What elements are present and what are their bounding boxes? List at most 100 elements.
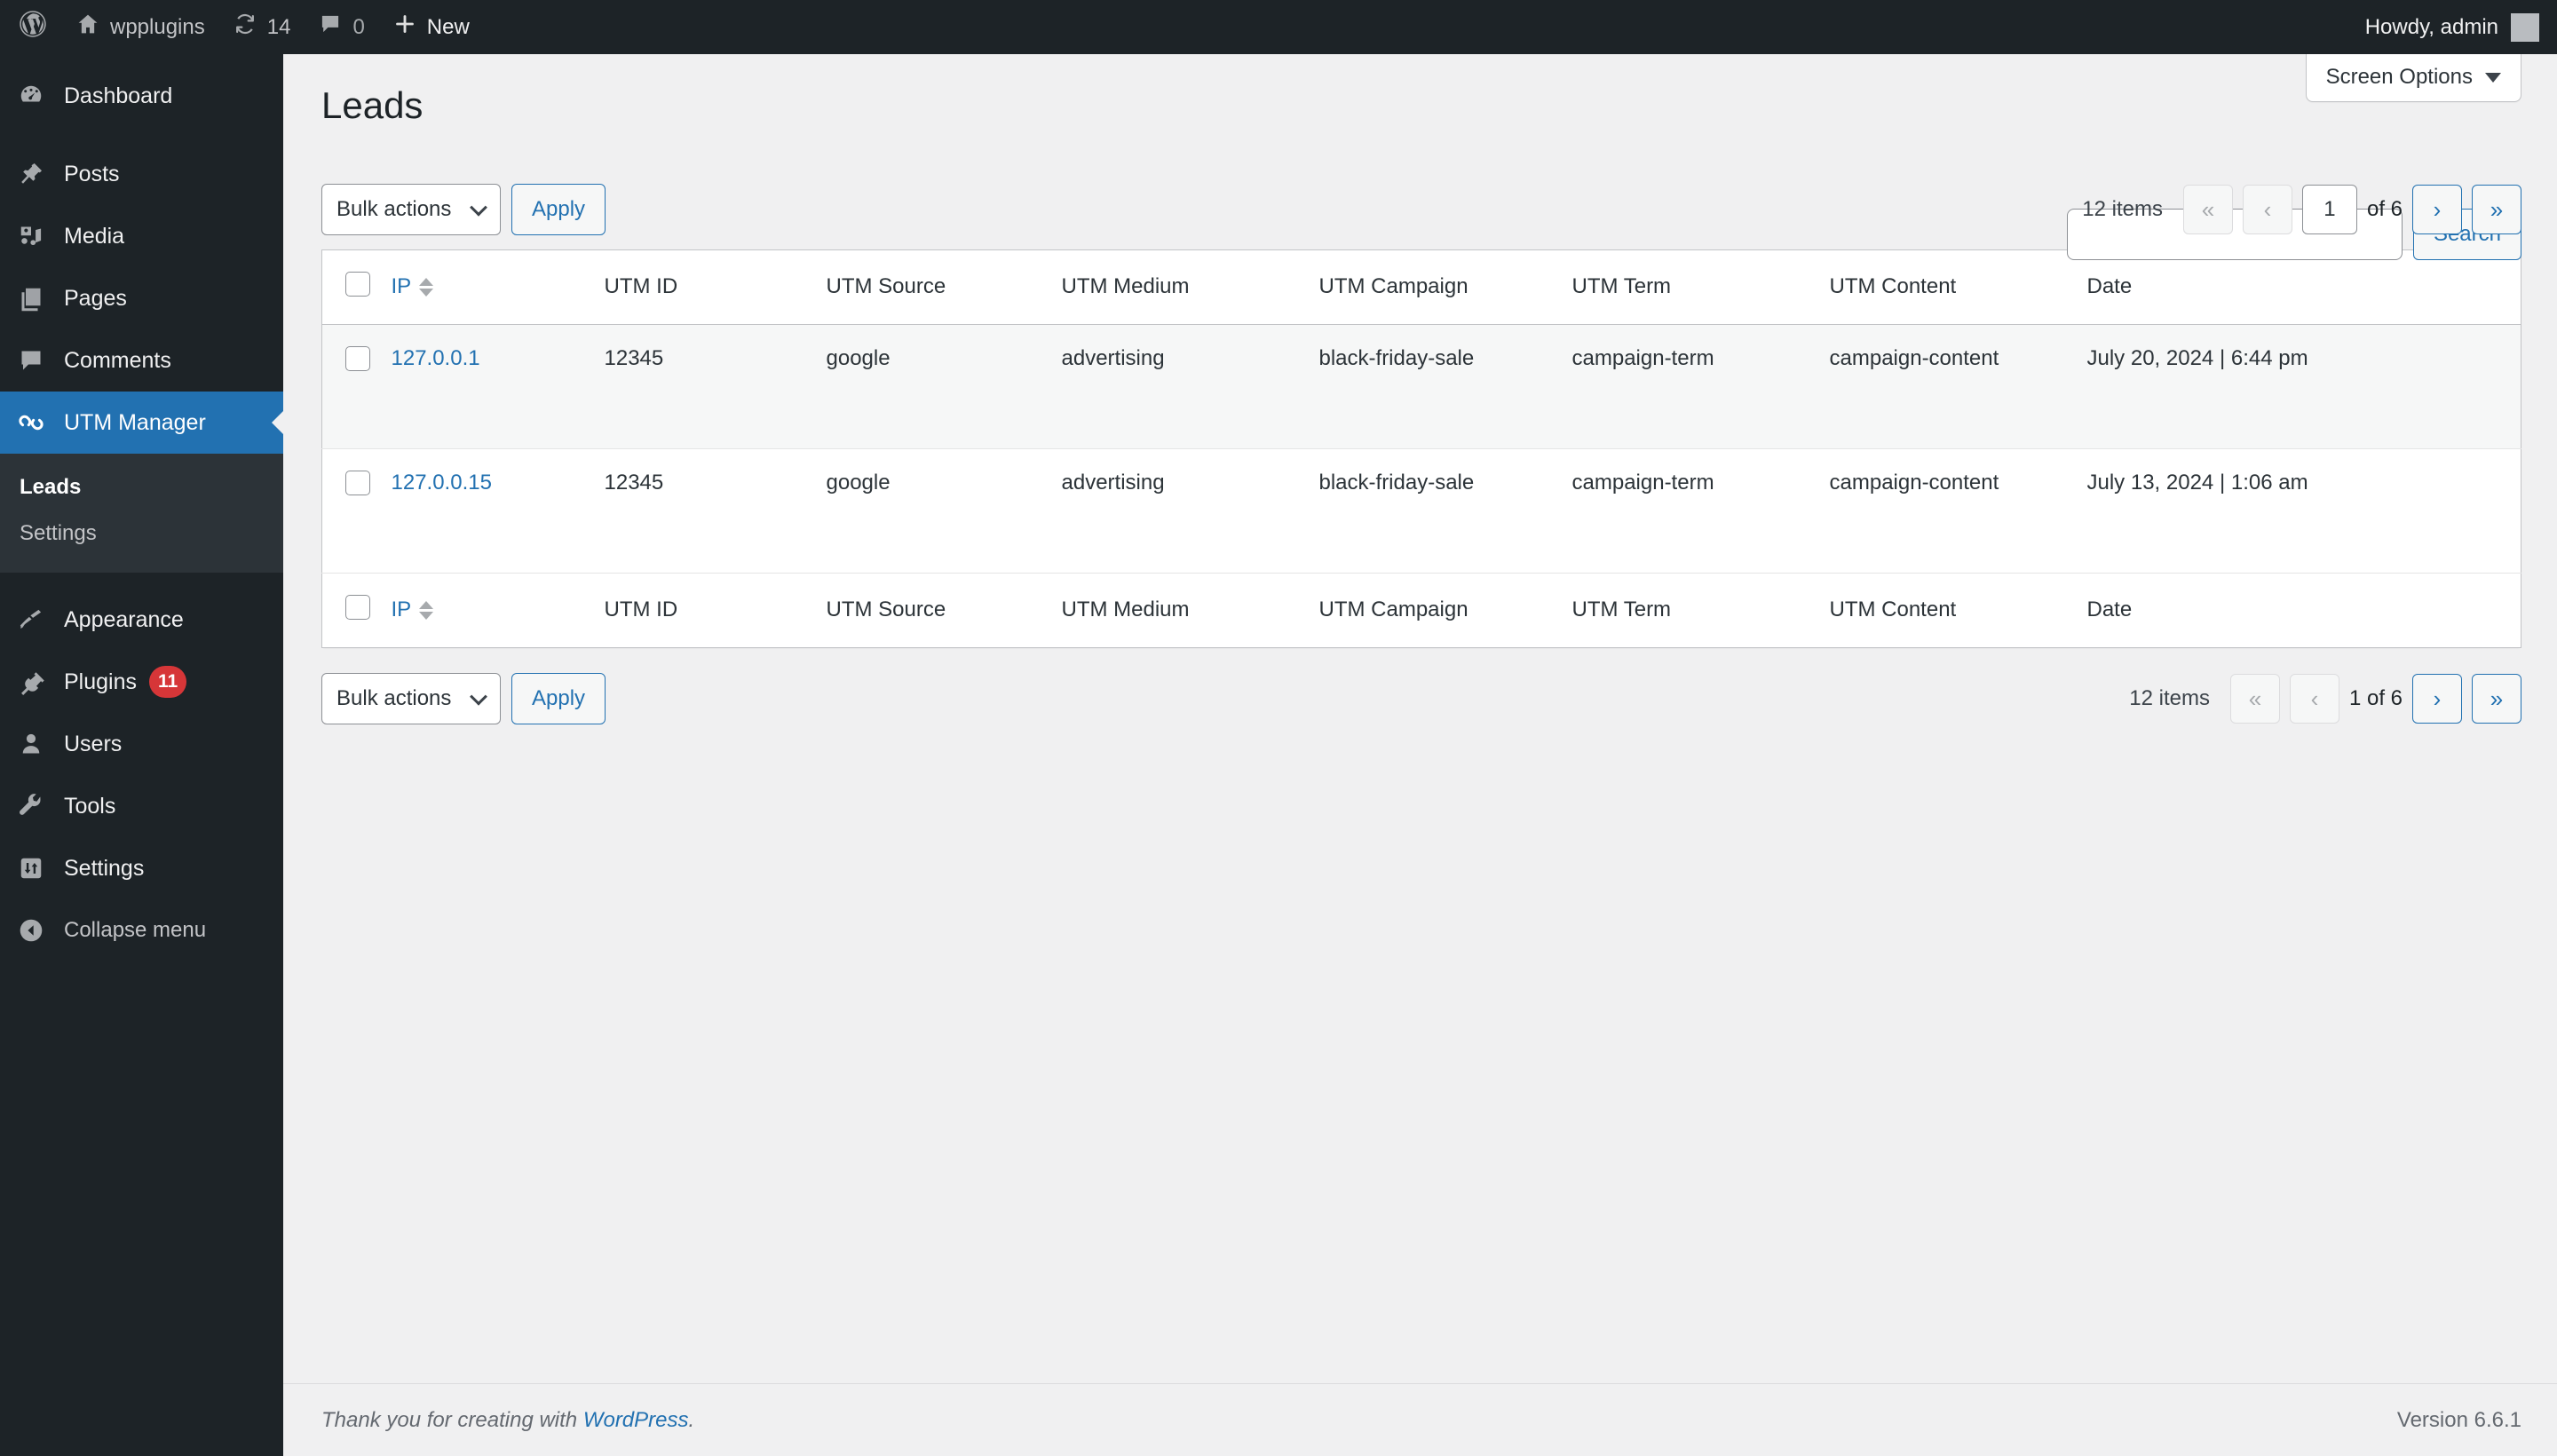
comments-count: 0 xyxy=(352,14,365,39)
table-body: 127.0.0.1 12345 google advertising black… xyxy=(321,324,2521,574)
sidebar-item-users[interactable]: Users xyxy=(0,713,283,775)
sidebar-item-appearance[interactable]: Appearance xyxy=(0,589,283,651)
sidebar-item-media[interactable]: Media xyxy=(0,205,283,267)
column-header-utm-campaign: UTM Campaign xyxy=(1318,249,1572,325)
sidebar-submenu-label: Settings xyxy=(20,521,97,545)
column-header-utm-source: UTM Source xyxy=(826,249,1062,325)
dashboard-icon xyxy=(18,83,64,109)
sidebar-item-label: Users xyxy=(64,731,123,756)
column-header-utm-content: UTM Content xyxy=(1829,249,2087,325)
apply-button-bottom[interactable]: Apply xyxy=(511,672,606,724)
tablenav-bottom: Bulk actions Apply 12 items « ‹ 1 of 6 ›… xyxy=(321,659,2521,739)
column-header-utm-id: UTM ID xyxy=(604,249,827,325)
sort-arrows-icon xyxy=(419,277,434,297)
apply-button-top[interactable]: Apply xyxy=(511,183,606,235)
sidebar-item-tools[interactable]: Tools xyxy=(0,775,283,837)
first-page-button-bottom[interactable]: « xyxy=(2229,673,2280,724)
cell-date: July 13, 2024 | 1:06 am xyxy=(2086,448,2521,574)
sidebar-item-settings[interactable]: Settings xyxy=(0,837,283,899)
row-checkbox[interactable] xyxy=(345,470,370,495)
row-select-cell xyxy=(321,324,392,449)
comments-menu[interactable]: 0 xyxy=(305,0,378,54)
sort-ip-link-top[interactable]: IP xyxy=(392,274,434,299)
sidebar-item-pages[interactable]: Pages xyxy=(0,267,283,329)
pagination-bottom: 12 items « ‹ 1 of 6 › » xyxy=(2129,673,2521,724)
column-header-ip: IP xyxy=(391,249,605,325)
column-footer-utm-term: UTM Term xyxy=(1571,572,1830,648)
menu-separator xyxy=(0,127,283,143)
cell-utm-source: google xyxy=(826,448,1062,574)
cell-utm-campaign: black-friday-sale xyxy=(1318,324,1572,449)
sidebar-item-label: Dashboard xyxy=(64,83,173,108)
admin-sidebar: Dashboard Posts Media Pages Comments UTM… xyxy=(0,54,284,1456)
column-footer-date: Date xyxy=(2086,572,2521,648)
cell-utm-medium: advertising xyxy=(1061,324,1319,449)
cell-utm-term: campaign-term xyxy=(1571,448,1830,574)
sidebar-item-utm-settings[interactable]: Settings xyxy=(0,510,283,557)
next-page-button-top[interactable]: › xyxy=(2412,184,2462,234)
sidebar-item-label: UTM Manager xyxy=(64,409,206,435)
last-page-button-top[interactable]: » xyxy=(2472,184,2521,234)
ip-link[interactable]: 127.0.0.15 xyxy=(392,471,492,495)
wordpress-logo-icon xyxy=(20,11,46,44)
prev-page-button-top[interactable]: ‹ xyxy=(2242,184,2292,234)
column-footer-label: IP xyxy=(391,597,412,622)
wordpress-logo-menu[interactable] xyxy=(0,0,62,54)
howdy-label: Howdy, admin xyxy=(2364,14,2498,39)
new-label: New xyxy=(426,14,470,39)
select-all-checkbox-top[interactable] xyxy=(345,271,370,297)
column-footer-utm-medium: UTM Medium xyxy=(1061,572,1319,648)
cell-utm-id: 12345 xyxy=(604,448,827,574)
displaying-num-top: 12 items xyxy=(2082,196,2163,221)
sidebar-item-leads[interactable]: Leads xyxy=(0,464,283,510)
settings-icon xyxy=(18,855,64,882)
last-page-button-bottom[interactable]: » xyxy=(2472,673,2521,724)
bulk-actions-select-wrap: Bulk actions xyxy=(321,672,501,724)
updates-icon xyxy=(234,12,257,42)
ip-link[interactable]: 127.0.0.1 xyxy=(392,346,480,370)
prev-page-button-bottom[interactable]: ‹ xyxy=(2289,673,2339,724)
select-all-checkbox-bottom[interactable] xyxy=(345,594,370,620)
updates-count: 14 xyxy=(266,14,291,39)
total-pages-label-top: of 6 xyxy=(2366,196,2403,221)
table-foot: IP UTM ID UTM Source UTM Medium UTM Camp… xyxy=(321,572,2521,648)
sidebar-submenu-utm-manager: Leads Settings xyxy=(0,454,283,573)
row-select-cell xyxy=(321,448,392,574)
screen-options-button[interactable]: Screen Options xyxy=(2305,54,2521,102)
row-checkbox[interactable] xyxy=(345,345,370,371)
cell-date: July 20, 2024 | 6:44 pm xyxy=(2086,324,2521,449)
content-area: Screen Options Leads Search Bulk actions… xyxy=(283,54,2557,1456)
site-name-label: wpplugins xyxy=(110,14,205,39)
admin-bar-left: wpplugins 14 0 New xyxy=(0,0,484,54)
sort-ip-link-bottom[interactable]: IP xyxy=(392,597,434,622)
cell-ip: 127.0.0.15 xyxy=(391,448,605,574)
site-name-menu[interactable]: wpplugins xyxy=(62,0,219,54)
new-content-menu[interactable]: New xyxy=(379,0,484,54)
column-footer-utm-campaign: UTM Campaign xyxy=(1318,572,1572,648)
column-footer-ip: IP xyxy=(391,572,605,648)
chevron-down-icon xyxy=(2485,72,2501,83)
table-head: IP UTM ID UTM Source UTM Medium UTM Camp… xyxy=(321,249,2521,325)
next-page-button-bottom[interactable]: › xyxy=(2412,673,2462,724)
menu-separator xyxy=(0,573,283,589)
admin-bar-account-menu[interactable]: Howdy, admin xyxy=(2364,12,2557,42)
wordpress-link[interactable]: WordPress xyxy=(583,1408,689,1432)
column-header-date: Date xyxy=(2086,249,2521,325)
sidebar-item-posts[interactable]: Posts xyxy=(0,143,283,205)
content-body: Screen Options Leads Search Bulk actions… xyxy=(283,54,2557,1359)
current-page-input-top[interactable] xyxy=(2301,184,2357,234)
bulk-actions-select-top[interactable]: Bulk actions xyxy=(321,183,501,235)
sort-arrows-icon xyxy=(419,600,434,620)
collapse-menu-button[interactable]: Collapse menu xyxy=(0,899,283,961)
sidebar-item-label: Tools xyxy=(64,793,116,819)
bulk-actions-select-bottom[interactable]: Bulk actions xyxy=(321,672,501,724)
sidebar-item-utm-manager[interactable]: UTM Manager xyxy=(0,392,284,454)
avatar xyxy=(2511,12,2539,42)
first-page-button-top[interactable]: « xyxy=(2182,184,2233,234)
sidebar-item-comments[interactable]: Comments xyxy=(0,329,283,392)
updates-menu[interactable]: 14 xyxy=(219,0,305,54)
comments-icon xyxy=(319,12,342,42)
plugins-update-badge: 11 xyxy=(149,666,187,698)
sidebar-item-dashboard[interactable]: Dashboard xyxy=(0,65,283,127)
sidebar-item-plugins[interactable]: Plugins 11 xyxy=(0,651,283,713)
